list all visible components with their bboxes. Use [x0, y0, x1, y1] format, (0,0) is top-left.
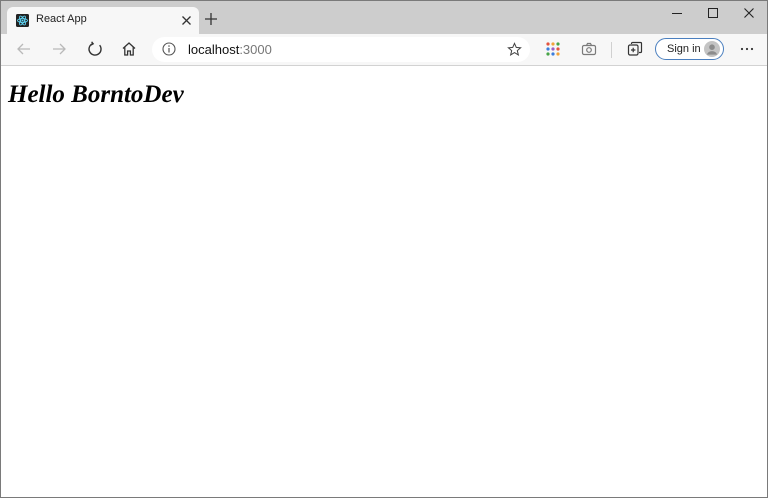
browser-toolbar: localhost:3000 Sign in [1, 34, 767, 66]
refresh-icon[interactable] [87, 41, 103, 57]
page-content: Hello BorntoDev [1, 66, 767, 497]
apps-grid-icon[interactable] [545, 41, 561, 57]
maximize-icon [708, 8, 718, 18]
tab-title: React App [36, 13, 87, 25]
arrow-left-icon[interactable] [16, 41, 32, 57]
tab-react-app[interactable]: React App [7, 7, 199, 34]
browser-window: React App localhost:3000 Sign in Hello B… [0, 0, 768, 498]
arrow-right-icon[interactable] [51, 41, 67, 57]
react-logo-icon [16, 14, 29, 27]
more-icon[interactable] [739, 41, 755, 57]
plus-icon[interactable] [204, 12, 218, 26]
minimize-icon [672, 13, 682, 14]
camera-icon[interactable] [581, 41, 597, 57]
star-icon[interactable] [507, 42, 522, 57]
sign-in-label: Sign in [667, 43, 701, 55]
minimize-button[interactable] [659, 1, 695, 25]
avatar-icon [704, 41, 720, 57]
url-host: localhost [188, 42, 240, 57]
sign-in-button[interactable]: Sign in [655, 38, 724, 60]
info-icon[interactable] [162, 42, 176, 56]
maximize-button[interactable] [695, 1, 731, 25]
tab-strip: React App [1, 1, 767, 34]
page-heading: Hello BorntoDev [8, 81, 184, 108]
window-close-button[interactable] [731, 1, 767, 25]
close-icon [744, 8, 754, 18]
toolbar-divider [611, 42, 612, 58]
url-port: :3000 [239, 42, 272, 57]
address-bar[interactable]: localhost:3000 [152, 37, 530, 62]
home-icon[interactable] [121, 41, 137, 57]
collections-icon[interactable] [627, 41, 643, 57]
url-text[interactable]: localhost:3000 [188, 42, 272, 57]
close-icon[interactable] [181, 15, 192, 26]
